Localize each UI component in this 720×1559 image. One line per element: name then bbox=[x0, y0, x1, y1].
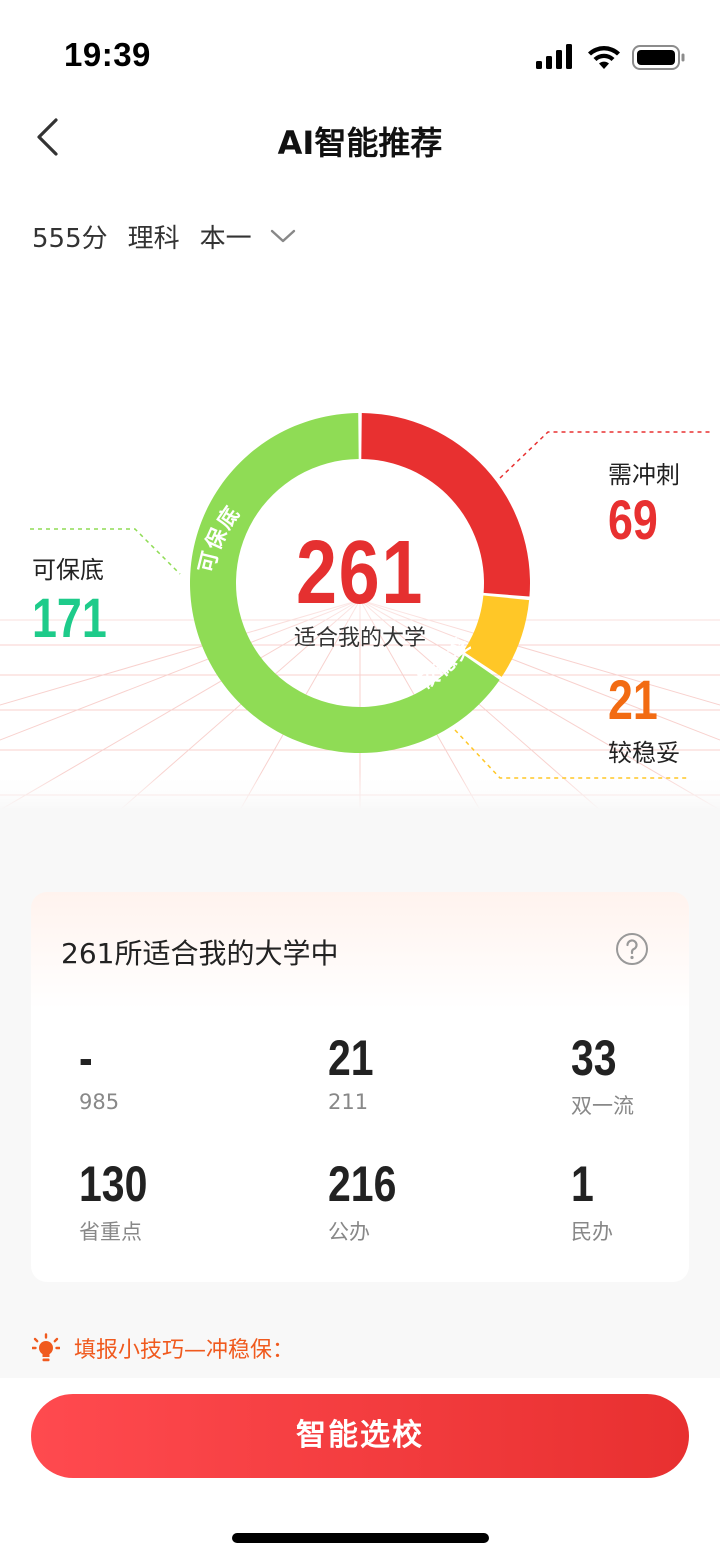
total-count: 261 bbox=[295, 523, 425, 623]
stat-provincial-key: 130 省重点 bbox=[79, 1158, 162, 1246]
battery-icon bbox=[632, 45, 685, 70]
stats-title: 261所适合我的大学中 bbox=[61, 937, 339, 970]
bottom-action-bar: 智能选校 bbox=[0, 1378, 720, 1559]
stat-private: 1 民办 bbox=[571, 1158, 613, 1246]
safe-label: 可保底 bbox=[32, 556, 104, 584]
status-time: 19:39 bbox=[64, 36, 151, 73]
stat-985: - 985 bbox=[79, 1032, 119, 1114]
status-icons bbox=[536, 44, 685, 70]
stat-double-first-class: 33 双一流 bbox=[571, 1032, 634, 1120]
total-label: 适合我的大学 bbox=[293, 626, 426, 651]
stat-public: 216 公办 bbox=[328, 1158, 411, 1246]
lightbulb-icon bbox=[32, 1333, 60, 1362]
home-indicator bbox=[232, 1533, 489, 1543]
stat-985-label: 985 bbox=[79, 1090, 120, 1114]
stat-provincial-key-value: 130 bbox=[79, 1156, 148, 1212]
stat-double-first-class-label: 双一流 bbox=[571, 1094, 634, 1118]
tip-row[interactable]: 填报小技巧—冲稳保： bbox=[32, 1330, 294, 1366]
stat-provincial-key-label: 省重点 bbox=[79, 1220, 142, 1244]
chevron-down-icon bbox=[270, 229, 295, 243]
navigation-bar: AI智能推荐 bbox=[0, 100, 720, 180]
wifi-icon bbox=[588, 46, 620, 69]
smart-select-button[interactable]: 智能选校 bbox=[31, 1394, 689, 1478]
status-bar: 19:39 bbox=[0, 0, 720, 100]
stat-double-first-class-value: 33 bbox=[571, 1030, 617, 1086]
batch-value: 本一 bbox=[199, 223, 252, 254]
page-title: AI智能推荐 bbox=[277, 124, 443, 162]
stable-count: 21 bbox=[608, 668, 658, 731]
signal-icon bbox=[536, 44, 572, 69]
tip-text: 填报小技巧—冲稳保： bbox=[74, 1338, 295, 1363]
university-stats-card: 261所适合我的大学中 - 985 21 211 33 双一流 130 省重点 … bbox=[31, 892, 689, 1282]
score-value: 555分 bbox=[32, 223, 108, 254]
stat-public-value: 216 bbox=[328, 1156, 397, 1212]
stable-label: 较稳妥 bbox=[608, 739, 680, 767]
stat-211: 21 211 bbox=[328, 1032, 384, 1114]
stat-private-label: 民办 bbox=[571, 1220, 613, 1244]
safe-count: 171 bbox=[32, 586, 107, 649]
reach-label: 需冲刺 bbox=[608, 461, 680, 489]
subject-value: 理科 bbox=[127, 223, 180, 254]
score-filter-dropdown[interactable]: 555分 理科 本一 bbox=[32, 216, 296, 256]
question-circle-icon[interactable] bbox=[615, 932, 649, 966]
stat-private-value: 1 bbox=[571, 1156, 594, 1212]
stat-public-label: 公办 bbox=[328, 1220, 370, 1244]
stat-211-label: 211 bbox=[328, 1090, 369, 1114]
stat-211-value: 21 bbox=[328, 1030, 374, 1086]
reach-count: 69 bbox=[608, 488, 658, 551]
stat-985-value: - bbox=[79, 1030, 93, 1086]
